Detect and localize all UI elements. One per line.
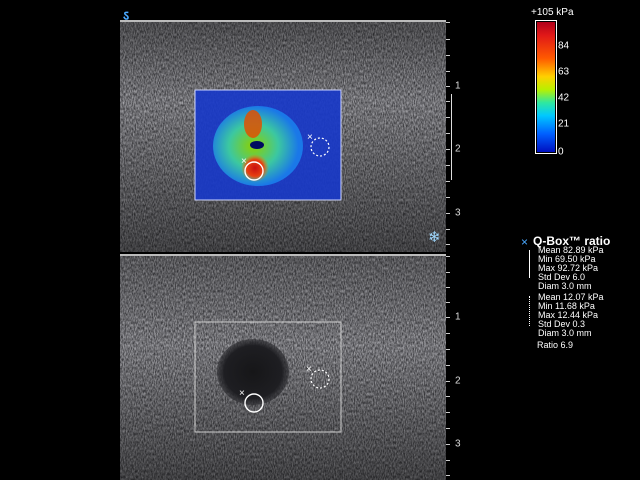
colorbar-label-63: 63 bbox=[558, 66, 570, 78]
depth-label-1: 1 bbox=[455, 311, 461, 323]
qbox-marker-icon: × bbox=[521, 235, 529, 249]
colorbar-label-84: 84 bbox=[558, 40, 570, 52]
roi1-diam: Diam 3.0 mm bbox=[538, 281, 592, 291]
snowflake-icon[interactable]: ❄ bbox=[428, 228, 441, 246]
roi2-marker: × bbox=[307, 132, 313, 143]
colorbar-label-21: 21 bbox=[558, 118, 570, 130]
svg-text:×: × bbox=[239, 388, 245, 399]
colorbar-label-42: 42 bbox=[558, 92, 570, 104]
colorbar-max-label: +105 kPa bbox=[531, 7, 574, 18]
lesion bbox=[217, 339, 289, 405]
depth-axis-bottom: 1 2 3 bbox=[446, 256, 476, 480]
depth-label-2: 2 bbox=[455, 375, 461, 387]
depth-label-3: 3 bbox=[455, 207, 461, 219]
svg-text:×: × bbox=[306, 364, 312, 375]
bmode-panel[interactable]: × × bbox=[120, 256, 446, 480]
depth-label-2: 2 bbox=[455, 143, 461, 155]
qbox-ratio: Ratio 6.9 bbox=[537, 340, 574, 350]
depth-axis-top: 1 2 3 bbox=[446, 22, 476, 252]
roi1-bracket bbox=[529, 250, 530, 278]
depth-label-3: 3 bbox=[455, 438, 461, 450]
stiffness-colorbar bbox=[537, 22, 555, 152]
roi1-marker: × bbox=[241, 156, 247, 167]
roi2-diam: Diam 3.0 mm bbox=[538, 328, 592, 338]
elastography-panel[interactable]: × × bbox=[120, 22, 446, 252]
depth-label-1: 1 bbox=[455, 80, 461, 92]
colorbar-label-0: 0 bbox=[558, 146, 564, 158]
roi2-bracket bbox=[529, 296, 530, 326]
